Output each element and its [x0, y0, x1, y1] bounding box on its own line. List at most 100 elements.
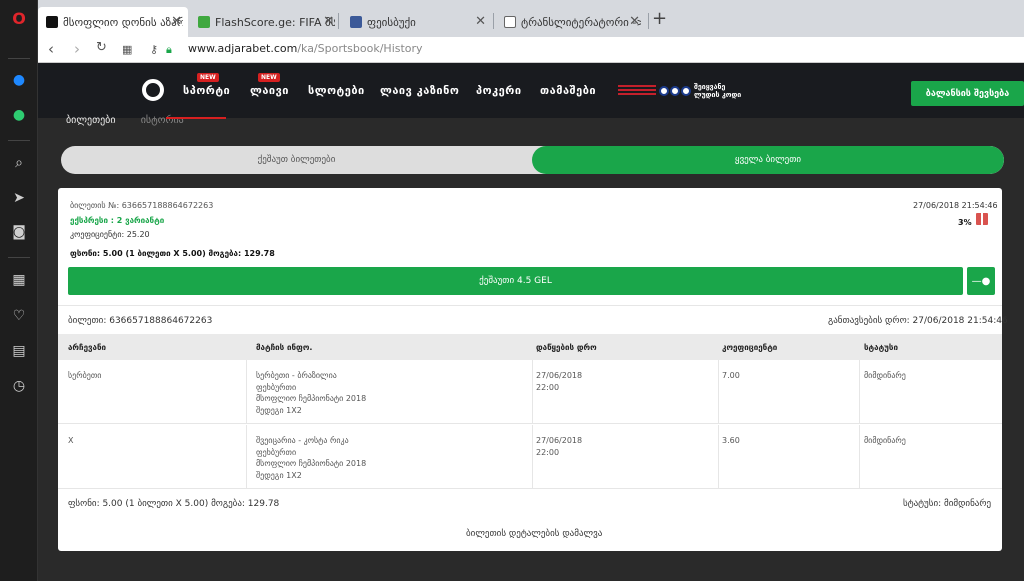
promo-banner[interactable]: შეიყვანე ლუდის კოდი — [618, 80, 743, 102]
tab-flashscore[interactable]: FlashScore.ge: FIFA მსოფ ✕ — [190, 7, 340, 37]
gift-icon — [976, 211, 988, 225]
table-row: X შვეიცარია - კოსტა რიკა ფეხბურთი მსოფლიო … — [58, 425, 1002, 489]
promo-stripes — [618, 85, 656, 97]
cell-choice: X — [68, 436, 74, 445]
search-icon[interactable]: ⌕ — [9, 153, 29, 173]
placed-time-label: განთავსების დრო: 27/06/2018 21:54:46 — [828, 316, 1008, 326]
cell-status: მიმდინარე — [864, 436, 906, 445]
table-header: არჩევანი მატჩის ინფო. დაწყების დრო კოეფი… — [58, 334, 1002, 360]
forward-icon[interactable]: › — [74, 40, 80, 58]
coefficient-label: კოეფიციენტი: 25.20 — [70, 230, 150, 239]
adjarabet-logo[interactable] — [142, 79, 164, 101]
cashout-tickets-tab[interactable]: ქეშაუთ ბილეთები — [61, 146, 532, 174]
speed-dial-icon[interactable]: ▦ — [9, 270, 29, 290]
history-icon[interactable]: ◷ — [9, 376, 29, 396]
tab-title: FlashScore.ge: FIFA მსოფ — [215, 15, 335, 29]
header-start-time: დაწყების დრო — [536, 343, 597, 352]
tabs-grid-icon[interactable]: ▦ — [122, 43, 132, 56]
nav-slots[interactable]: სლოტები — [308, 84, 365, 97]
ticket-id-label: ბილეთი: 636657188864672263 — [68, 316, 213, 326]
browser-sidebar: O ● ● ⌕ ➤ ◙ ▦ ♡ ▤ ◷ — [0, 0, 38, 581]
cell-start-time: 27/06/2018 22:00 — [536, 436, 583, 457]
tab-adjarabet[interactable]: მსოფლიო დონის აზარ ✕ — [38, 7, 188, 37]
main-content: ბილეთები ისტორია ქეშაუთ ბილეთები ყველა ბ… — [38, 115, 1024, 581]
sidebar-divider — [8, 257, 30, 258]
nav-poker[interactable]: პოკერი — [476, 84, 522, 97]
cell-match-info: სერბეთი - ბრაზილია ფეხბურთი მსოფლიო ჩემპიო… — [256, 371, 367, 415]
subtab-tickets[interactable]: ბილეთები — [66, 115, 116, 126]
lock-icon: 🔒︎ — [166, 43, 172, 56]
promo-balls — [659, 86, 691, 96]
nav-live-casino[interactable]: ლაივ კაზინო — [380, 84, 459, 97]
footer-status: სტატუსი: მიმდინარე — [903, 499, 992, 509]
messenger-icon[interactable]: ● — [9, 70, 29, 90]
tab-separator — [338, 13, 339, 29]
tab-separator — [493, 13, 494, 29]
cell-match-info: შვეიცარია - კოსტა რიკა ფეხბურთი მსოფლიო ჩე… — [256, 436, 367, 480]
sidebar-divider — [8, 58, 30, 59]
cell-coefficient: 7.00 — [722, 371, 740, 380]
heart-icon[interactable]: ♡ — [9, 306, 29, 326]
address-bar: ‹ › ↻ ▦ ⚷ 🔒︎ www.adjarabet.com/ka/Sports… — [38, 37, 1024, 63]
stake-win-label: ფსონი: 5.00 (1 ბილეთი X 5.00) მოგება: 12… — [70, 249, 275, 258]
promo-text: შეიყვანე ლუდის კოდი — [694, 83, 742, 99]
opera-logo-icon[interactable]: O — [9, 8, 29, 28]
all-tickets-tab[interactable]: ყველა ბილეთი — [532, 146, 1004, 174]
close-tab-icon[interactable]: ✕ — [323, 14, 334, 29]
facebook-favicon-icon — [350, 16, 362, 28]
header-choice: არჩევანი — [68, 343, 106, 352]
ticket-date: 27/06/2018 21:54:46 — [913, 201, 998, 210]
header-coefficient: კოეფიციენტი — [722, 343, 778, 352]
flashscore-favicon-icon — [198, 16, 210, 28]
close-tab-icon[interactable]: ✕ — [171, 14, 182, 29]
reload-icon[interactable]: ↻ — [96, 40, 107, 55]
cashout-slider-icon[interactable]: —● — [967, 267, 995, 295]
header-match-info: მატჩის ინფო. — [256, 343, 313, 352]
table-row: სერბეთი სერბეთი - ბრაზილია ფეხბურთი მსოფლი… — [58, 360, 1002, 424]
tab-bar: მსოფლიო დონის აზარ ✕ FlashScore.ge: FIFA… — [38, 0, 1024, 37]
history-subtabs: ბილეთები ისტორია — [66, 115, 226, 126]
news-icon[interactable]: ▤ — [9, 341, 29, 361]
back-icon[interactable]: ‹ — [48, 40, 54, 58]
nav-games[interactable]: თამაშები — [540, 84, 596, 97]
footer-stake-win: ფსონი: 5.00 (1 ბილეთი X 5.00) მოგება: 12… — [68, 499, 280, 509]
new-tab-plus-icon[interactable]: + — [652, 8, 667, 29]
url-field[interactable]: www.adjarabet.com/ka/Sportsbook/History — [188, 42, 423, 55]
ticket-number: ბილეთის №: 636657188864672263 — [70, 201, 214, 210]
ticket-filter-segment: ქეშაუთ ბილეთები ყველა ბილეთი — [61, 146, 1004, 174]
sidebar-divider — [8, 140, 30, 141]
divider — [58, 305, 1002, 306]
express-label: ექსპრესი : 2 ვარიანტი — [70, 216, 165, 225]
url-path: /ka/Sportsbook/History — [297, 42, 423, 55]
nav-sport[interactable]: სპორტი — [183, 84, 230, 97]
tab-translit[interactable]: ტრანსლიტერატორი -> თ ✕ — [496, 7, 646, 37]
ticket-card: ბილეთის №: 636657188864672263 ექსპრესი :… — [58, 188, 1008, 551]
page-scrollbar[interactable] — [1016, 118, 1024, 581]
camera-icon[interactable]: ◙ — [9, 222, 29, 242]
deposit-button[interactable]: ბალანსის შევსება — [911, 81, 1024, 106]
url-host: www.adjarabet.com — [188, 42, 298, 55]
new-badge: NEW — [197, 73, 219, 82]
tab-title: მსოფლიო დონის აზარ — [63, 15, 183, 29]
tab-facebook[interactable]: ფეისბუქი ✕ — [342, 7, 492, 37]
send-icon[interactable]: ➤ — [9, 188, 29, 208]
cell-coefficient: 3.60 — [722, 436, 740, 445]
tab-title: ტრანსლიტერატორი -> თ — [521, 15, 641, 29]
site-info-icon[interactable]: ⚷ — [150, 43, 158, 56]
subtab-underline — [166, 117, 226, 119]
new-badge: NEW — [258, 73, 280, 82]
cell-choice: სერბეთი — [68, 371, 102, 380]
hide-details-link[interactable]: ბილეთის დეტალების დამალვა — [466, 529, 602, 539]
whatsapp-icon[interactable]: ● — [9, 105, 29, 125]
cell-status: მიმდინარე — [864, 371, 906, 380]
bonus-percent: 3% — [958, 218, 972, 227]
close-tab-icon[interactable]: ✕ — [475, 14, 486, 29]
header-status: სტატუსი — [864, 343, 898, 352]
tab-title: ფეისბუქი — [367, 15, 416, 29]
adjarabet-favicon-icon — [46, 16, 58, 28]
cell-start-time: 27/06/2018 22:00 — [536, 371, 583, 392]
nav-live[interactable]: ლაივი — [250, 84, 289, 97]
cashout-button[interactable]: ქეშაუთი 4.5 GEL — [68, 267, 963, 295]
close-tab-icon[interactable]: ✕ — [629, 14, 640, 29]
translit-favicon-icon — [504, 16, 516, 28]
